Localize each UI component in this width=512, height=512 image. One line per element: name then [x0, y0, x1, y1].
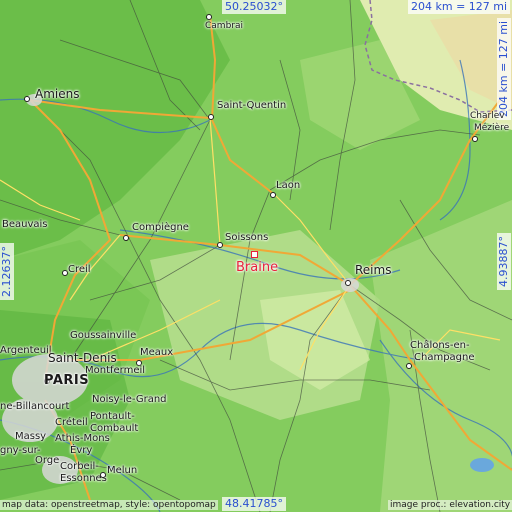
city-label-saint-denis: Saint-Denis: [48, 351, 117, 365]
city-label-reims: Reims: [355, 263, 392, 277]
city-label-pontault-1: Pontault-: [90, 411, 135, 422]
melun-marker[interactable]: [100, 472, 106, 478]
south-latitude: 48.41785°: [222, 497, 286, 512]
city-label-saint-quentin: Saint-Quentin: [217, 100, 287, 111]
west-longitude: 2.12637°: [0, 243, 15, 300]
city-label-corbeil-1: Corbeil-: [60, 461, 99, 472]
city-label-montfermeil: Montfermeil: [85, 365, 146, 376]
city-label-laon: Laon: [276, 180, 301, 191]
braine-marker[interactable]: [251, 251, 258, 258]
elevation-map[interactable]: 50.25032° 48.41785° 204 km = 127 mi 2.12…: [0, 0, 512, 512]
city-label-melun: Melun: [107, 465, 138, 476]
city-label-paris: PARIS: [44, 373, 90, 388]
city-label-chalons-2: Champagne: [414, 352, 475, 363]
highlight-city-label: Braine: [236, 260, 279, 275]
north-latitude: 50.25032°: [222, 0, 286, 15]
reims-marker[interactable]: [345, 280, 351, 286]
map-credit-right: image proc.: elevation.city: [388, 500, 512, 510]
city-label-argenteuil: Argenteuil: [0, 345, 52, 356]
city-label-evry: Évry: [70, 445, 93, 456]
city-label-mezieres: Mézière: [474, 123, 510, 133]
saint-quentin-marker[interactable]: [208, 114, 214, 120]
city-label-beauvais: Beauvais: [2, 219, 48, 230]
laon-marker[interactable]: [270, 192, 276, 198]
map-credit-left: map data: openstreetmap, style: opentopo…: [0, 500, 218, 510]
city-label-compiegne: Compiègne: [132, 222, 189, 233]
city-label-massy: Massy: [15, 431, 47, 442]
city-label-goussainville: Goussainville: [70, 330, 137, 341]
amiens-marker[interactable]: [24, 96, 30, 102]
cambrai-marker[interactable]: [206, 14, 212, 20]
horizontal-scale: 204 km = 127 mi: [408, 0, 511, 15]
vertical-scale: 204 km = 127 mi: [497, 17, 512, 120]
city-label-boulogne: ne-Billancourt: [0, 401, 70, 412]
city-label-charleville: Charlev: [470, 111, 505, 121]
charleville-marker[interactable]: [472, 136, 478, 142]
city-label-noisy: Noisy-le-Grand: [92, 394, 167, 405]
soissons-marker[interactable]: [217, 242, 223, 248]
chalons-marker[interactable]: [406, 363, 412, 369]
city-label-soissons: Soissons: [225, 232, 269, 243]
city-label-orge: Orge: [35, 455, 60, 466]
city-label-chalons-1: Châlons-en-: [410, 340, 470, 351]
city-label-creil: Creil: [68, 264, 91, 275]
city-label-amiens: Amiens: [35, 87, 80, 101]
city-label-meaux: Meaux: [140, 347, 174, 358]
east-longitude: 4.93887°: [497, 233, 512, 290]
city-label-cambrai: Cambrai: [205, 21, 243, 31]
city-label-creteil: Créteil: [55, 417, 88, 428]
compiegne-marker[interactable]: [123, 235, 129, 241]
city-label-athis: Athis-Mons: [55, 433, 110, 444]
